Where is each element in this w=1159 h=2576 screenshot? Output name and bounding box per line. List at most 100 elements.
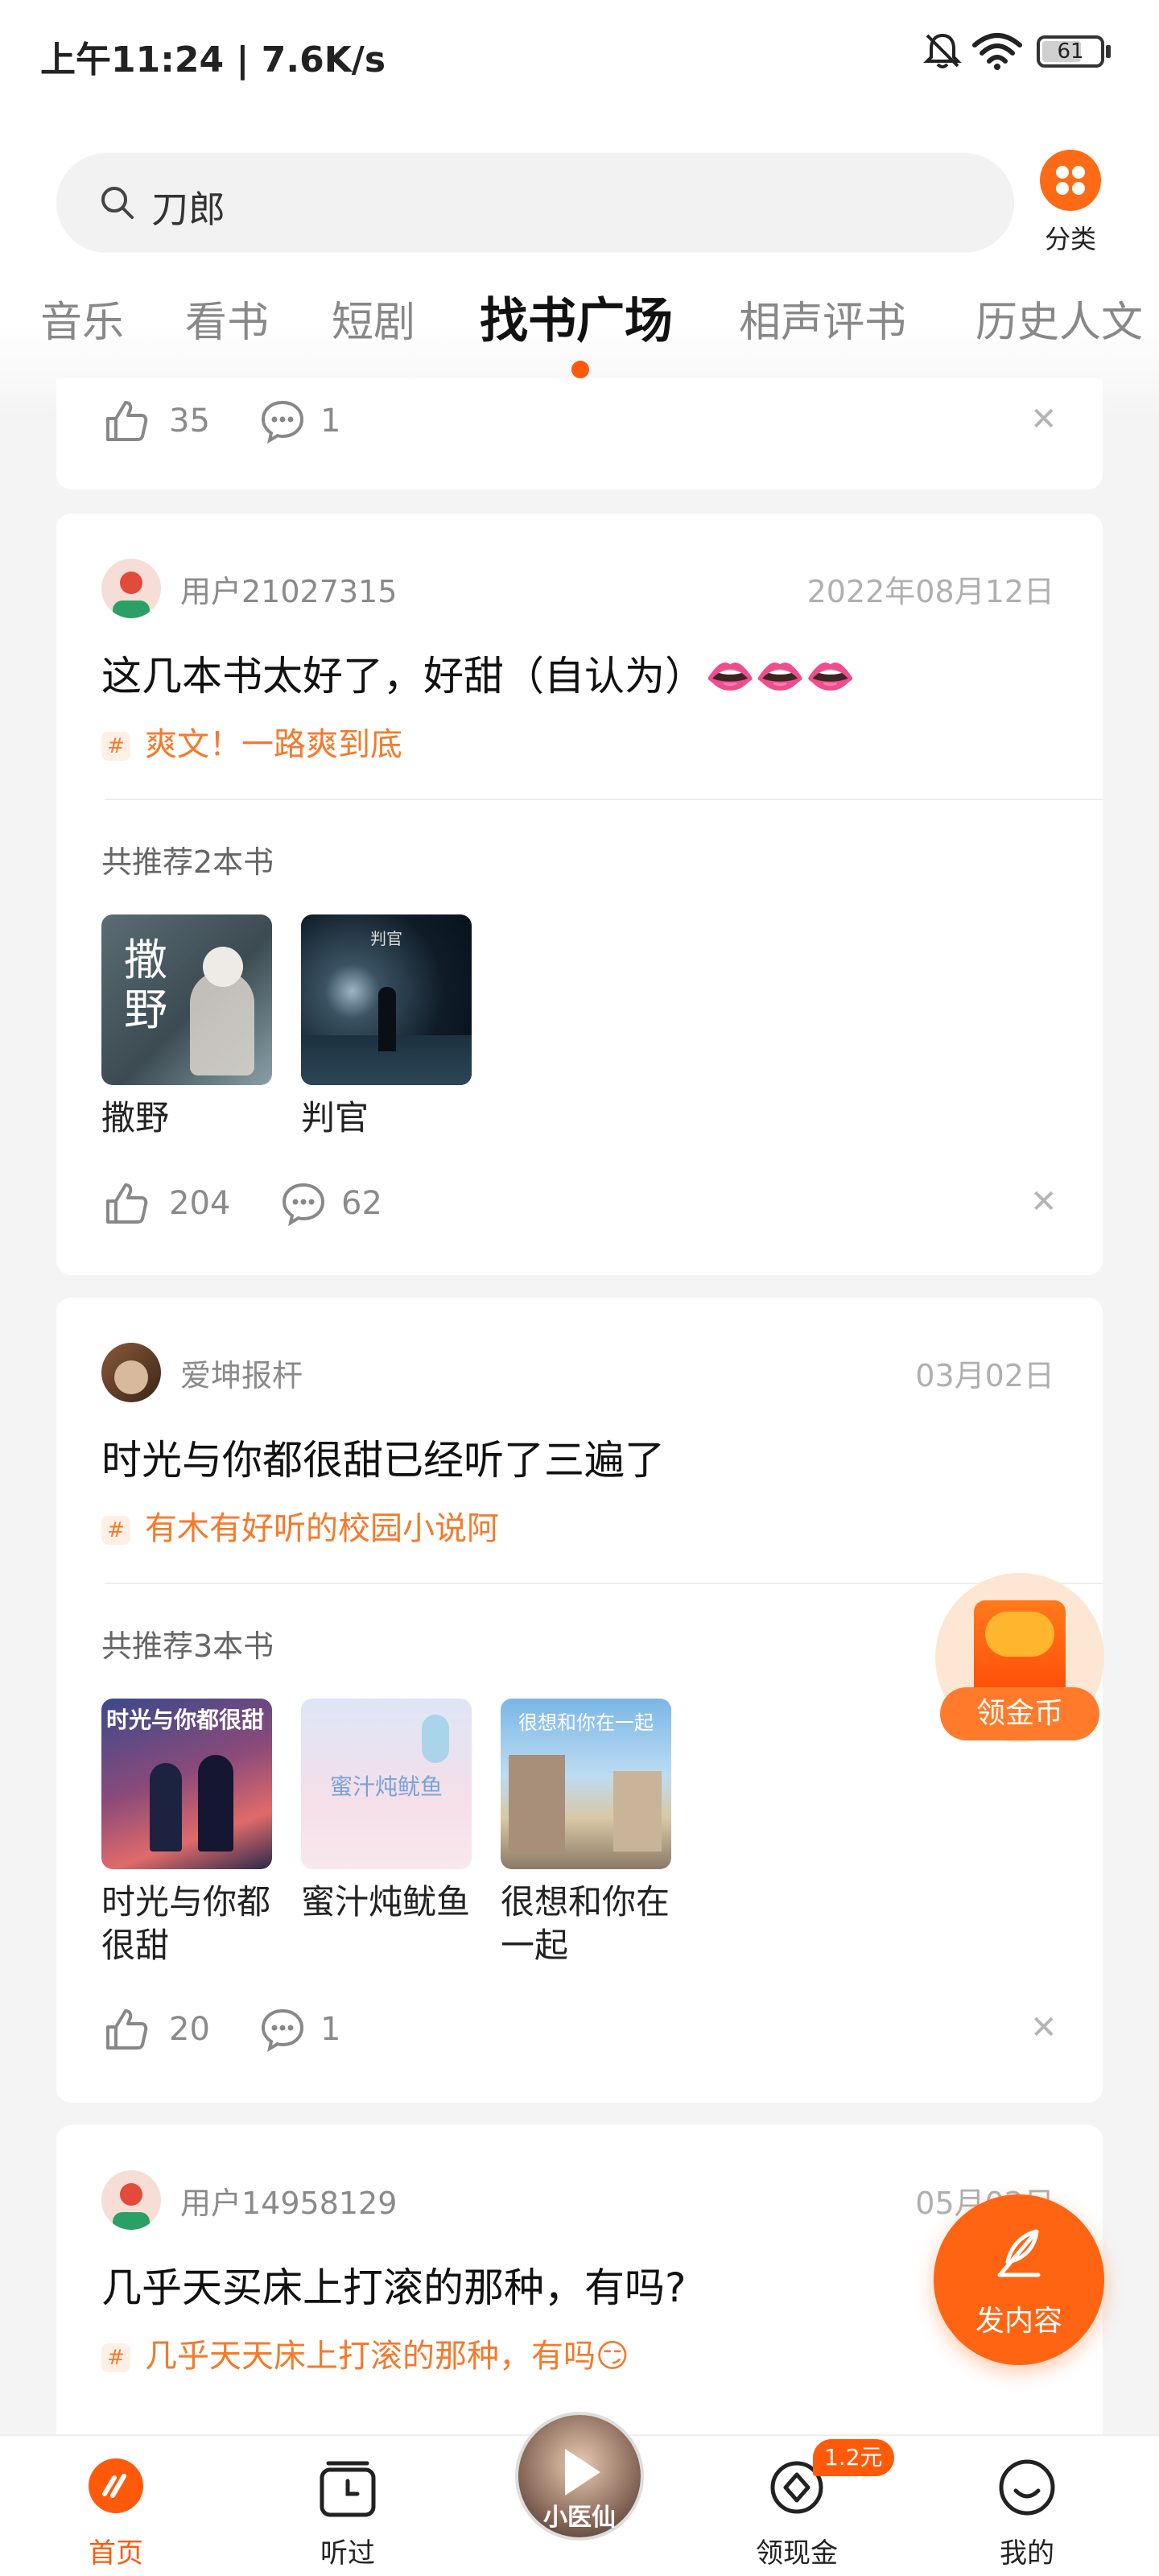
nav-cash-label: 领现金 xyxy=(756,2537,838,2570)
recommend-count: 共推荐2本书 xyxy=(101,844,274,880)
mute-bell-icon xyxy=(923,33,962,68)
comment-count: 1 xyxy=(320,402,341,440)
coin-reward-label: 领金币 xyxy=(940,1687,1099,1740)
like-count: 20 xyxy=(169,2011,210,2048)
play-icon xyxy=(565,2449,600,2496)
post-username[interactable]: 用户14958129 xyxy=(180,2178,397,2223)
dismiss-icon[interactable]: ✕ xyxy=(1030,1183,1058,1220)
search-input[interactable]: 刀郎 xyxy=(151,180,225,233)
book-item[interactable]: 很想和你在一起 很想和你在一起 xyxy=(501,1699,671,1967)
book-item[interactable]: 撒野 撒野 xyxy=(101,914,272,1140)
book-cover: 撒野 xyxy=(101,914,272,1085)
recommend-count: 共推荐3本书 xyxy=(101,1629,274,1664)
dismiss-icon[interactable]: ✕ xyxy=(1030,401,1058,438)
nav-history[interactable]: 听过 xyxy=(283,2436,412,2576)
book-cover: 蜜汁炖鱿鱼 xyxy=(301,1699,472,1869)
coin-reward-button[interactable]: 领金币 xyxy=(935,1573,1104,1742)
bottom-nav: 首页 听过 小医仙 1.2元 领现金 我的 xyxy=(0,2412,1159,2576)
nav-player[interactable]: 小医仙 xyxy=(515,2412,644,2576)
post-topic-tag[interactable]: # 几乎天天床上打滚的那种，有吗😏 xyxy=(101,2330,629,2376)
post-date: 2022年08月12日 xyxy=(806,574,1054,609)
like-icon[interactable] xyxy=(103,2006,150,2053)
dismiss-icon[interactable]: ✕ xyxy=(1030,2009,1058,2046)
battery-tip xyxy=(1106,45,1111,58)
tab-reading[interactable]: 看书 xyxy=(185,288,269,349)
nav-me-label: 我的 xyxy=(1000,2537,1054,2570)
nav-home[interactable]: 首页 xyxy=(52,2436,180,2576)
tab-short-drama[interactable]: 短剧 xyxy=(332,288,415,349)
search-icon xyxy=(101,187,134,219)
hash-icon: # xyxy=(101,2343,130,2372)
tab-book-square[interactable]: 找书广场 xyxy=(480,282,673,352)
avatar-person-icon xyxy=(113,2183,150,2230)
comment-count: 1 xyxy=(320,2011,341,2048)
post-tag-text: 爽文！一路爽到底 xyxy=(145,726,402,763)
like-icon[interactable] xyxy=(103,1180,150,1227)
book-item[interactable]: 判官 判官 xyxy=(301,914,472,1140)
cover-title: 判官 xyxy=(370,929,402,948)
nav-home-label: 首页 xyxy=(89,2537,143,2570)
post-title[interactable]: 时光与你都很甜已经听了三遍了 xyxy=(101,1428,665,1486)
post-username[interactable]: 爱坤报杆 xyxy=(180,1351,303,1395)
status-bar: 上午11:24 | 7.6K/s 61 xyxy=(0,0,1159,97)
post-username[interactable]: 用户21027315 xyxy=(180,567,397,611)
category-grid-icon xyxy=(1040,150,1101,211)
book-cover: 判官 xyxy=(301,914,472,1085)
feather-pen-icon xyxy=(997,2229,1041,2277)
profile-smile-icon xyxy=(999,2459,1055,2516)
comment-icon[interactable] xyxy=(259,2006,306,2053)
tab-history[interactable]: 历史人文 xyxy=(975,288,1143,349)
book-title: 蜜汁炖鱿鱼 xyxy=(301,1882,471,1922)
player-cover-title: 小医仙 xyxy=(543,2504,616,2532)
like-icon[interactable] xyxy=(103,398,150,444)
battery-level: 61 xyxy=(1057,39,1084,64)
nav-cash[interactable]: 1.2元 领现金 xyxy=(732,2436,894,2576)
hash-icon: # xyxy=(101,1516,130,1545)
avatar[interactable] xyxy=(101,559,161,618)
like-count: 35 xyxy=(169,402,210,440)
book-cover: 时光与你都很甜 xyxy=(101,1699,272,1869)
post-tag-text: 有木有好听的校园小说阿 xyxy=(145,1510,499,1547)
tab-music[interactable]: 音乐 xyxy=(40,288,124,349)
book-title: 很想和你在一起 xyxy=(501,1882,670,1965)
nav-history-label: 听过 xyxy=(320,2537,375,2570)
post-tag-text: 几乎天天床上打滚的那种，有吗😏 xyxy=(145,2338,629,2375)
hash-icon: # xyxy=(101,732,130,761)
active-tab-indicator xyxy=(571,361,589,378)
book-item[interactable]: 蜜汁炖鱿鱼 蜜汁炖鱿鱼 xyxy=(301,1699,472,1924)
post-title[interactable]: 几乎天买床上打滚的那种，有吗? xyxy=(101,2256,687,2314)
tab-crosstalk[interactable]: 相声评书 xyxy=(739,288,906,349)
book-cover: 很想和你在一起 xyxy=(501,1699,671,1869)
cover-title: 时光与你都很甜 xyxy=(106,1707,265,1733)
book-title: 时光与你都很甜 xyxy=(101,1882,271,1965)
nav-me[interactable]: 我的 xyxy=(963,2436,1091,2576)
cover-title: 很想和你在一起 xyxy=(518,1711,654,1734)
post-card[interactable]: 用户21027315 2022年08月12日 这几本书太好了，好甜（自认为）👄👄… xyxy=(56,514,1103,1275)
home-icon xyxy=(89,2458,143,2513)
post-topic-tag[interactable]: # 爽文！一路爽到底 xyxy=(101,718,402,765)
cover-title: 撒野 xyxy=(124,935,167,1035)
like-count: 204 xyxy=(169,1185,231,1222)
post-date: 03月02日 xyxy=(915,1358,1054,1393)
avatar-person-icon xyxy=(113,572,150,618)
comment-count: 62 xyxy=(341,1185,382,1222)
history-clock-icon xyxy=(320,2461,376,2517)
post-content-button[interactable]: 发内容 xyxy=(934,2194,1104,2365)
divider xyxy=(105,1583,1103,1584)
category-button[interactable]: 分类 xyxy=(1030,150,1111,254)
post-topic-tag[interactable]: # 有木有好听的校园小说阿 xyxy=(101,1502,499,1549)
avatar[interactable] xyxy=(101,2170,161,2230)
cash-badge: 1.2元 xyxy=(813,2439,894,2476)
post-content-label: 发内容 xyxy=(975,2305,1062,2338)
post-card-top[interactable]: 35 1 ✕ xyxy=(56,378,1103,489)
book-title: 撒野 xyxy=(101,1098,170,1137)
wifi-icon xyxy=(972,33,1022,70)
search-bar[interactable]: 刀郎 xyxy=(56,153,1014,253)
book-item[interactable]: 时光与你都很甜 时光与你都很甜 xyxy=(101,1699,272,1967)
category-label: 分类 xyxy=(1044,224,1096,254)
avatar[interactable] xyxy=(101,1343,161,1402)
post-title[interactable]: 这几本书太好了，好甜（自认为）👄👄👄 xyxy=(101,644,856,702)
comment-icon[interactable] xyxy=(280,1180,327,1227)
battery-icon: 61 xyxy=(1037,35,1104,68)
comment-icon[interactable] xyxy=(259,398,306,444)
